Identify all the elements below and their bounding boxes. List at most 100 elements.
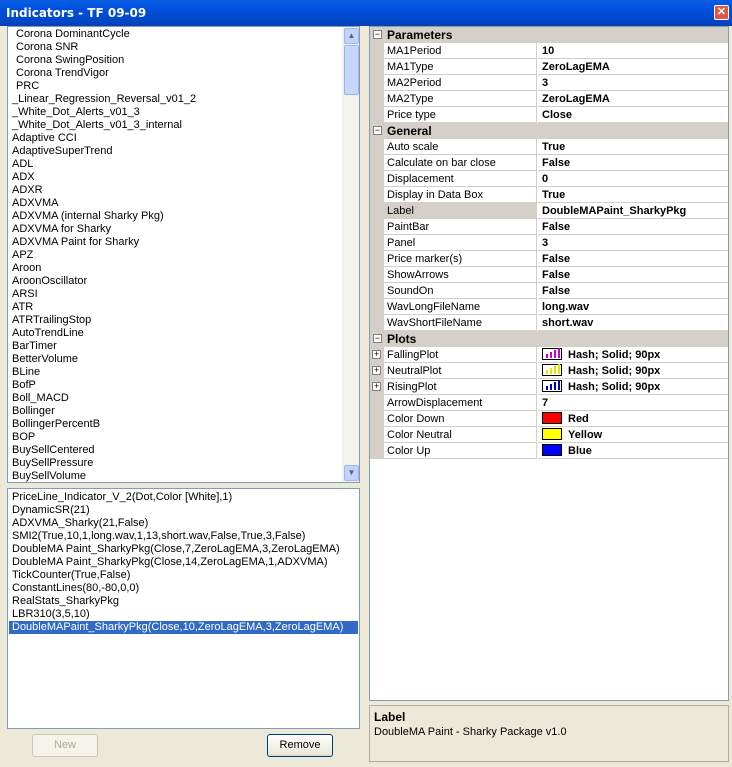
scroll-up-icon[interactable]: ▲ bbox=[344, 28, 359, 44]
indicator-list-item[interactable]: BetterVolume bbox=[10, 353, 340, 366]
property-value[interactable]: False bbox=[538, 155, 728, 171]
property-value[interactable]: Hash; Solid; 90px bbox=[538, 379, 728, 395]
close-icon[interactable]: ✕ bbox=[714, 5, 729, 20]
property-value[interactable]: 3 bbox=[538, 75, 728, 91]
property-row[interactable]: Color Down Red bbox=[370, 411, 728, 427]
indicator-list-item[interactable]: Boll_MACD bbox=[10, 392, 340, 405]
category-plots[interactable]: − Plots bbox=[370, 331, 728, 347]
property-row[interactable]: MA1Type ZeroLagEMA bbox=[370, 59, 728, 75]
indicator-list-item[interactable]: Aroon bbox=[10, 262, 340, 275]
property-value[interactable]: ZeroLagEMA bbox=[538, 59, 728, 75]
property-row[interactable]: Panel 3 bbox=[370, 235, 728, 251]
property-value[interactable]: False bbox=[538, 267, 728, 283]
property-row[interactable]: Color Neutral Yellow bbox=[370, 427, 728, 443]
indicator-list-item[interactable]: ADL bbox=[10, 158, 340, 171]
property-row[interactable]: + RisingPlot Hash; Solid; 90px bbox=[370, 379, 728, 395]
indicator-list-item[interactable]: Corona TrendVigor bbox=[10, 67, 340, 80]
available-indicators-list[interactable]: Corona DominantCycle Corona SNR Corona Swi… bbox=[7, 26, 360, 483]
property-row[interactable]: Price marker(s) False bbox=[370, 251, 728, 267]
indicator-list-item[interactable]: ATR bbox=[10, 301, 340, 314]
indicator-list-item[interactable]: _White_Dot_Alerts_v01_3_internal bbox=[10, 119, 340, 132]
expand-icon[interactable]: + bbox=[372, 350, 381, 359]
property-row[interactable]: MA2Type ZeroLagEMA bbox=[370, 91, 728, 107]
collapse-icon[interactable]: − bbox=[373, 334, 382, 343]
indicator-list-item[interactable]: APZ bbox=[10, 249, 340, 262]
indicator-list-item[interactable]: ADXVMA for Sharky bbox=[10, 223, 340, 236]
indicator-list-item[interactable]: ARSI bbox=[10, 288, 340, 301]
property-row[interactable]: + NeutralPlot Hash; Solid; 90px bbox=[370, 363, 728, 379]
indicator-list-item[interactable]: BarTimer bbox=[10, 340, 340, 353]
indicator-list-item[interactable]: AroonOscillator bbox=[10, 275, 340, 288]
indicator-list-item[interactable]: ADXVMA Paint for Sharky bbox=[10, 236, 340, 249]
scroll-down-icon[interactable]: ▼ bbox=[344, 465, 359, 481]
property-value[interactable]: Blue bbox=[538, 443, 728, 459]
property-row[interactable]: ShowArrows False bbox=[370, 267, 728, 283]
property-value[interactable]: True bbox=[538, 139, 728, 155]
applied-indicator-item[interactable]: ADXVMA_Sharky(21,False) bbox=[9, 517, 358, 530]
property-value[interactable]: long.wav bbox=[538, 299, 728, 315]
expand-icon[interactable]: + bbox=[372, 382, 381, 391]
property-value[interactable]: Hash; Solid; 90px bbox=[538, 363, 728, 379]
property-value[interactable]: DoubleMAPaint_SharkyPkg bbox=[538, 203, 728, 219]
indicator-list-item[interactable]: BuySellPressure bbox=[10, 457, 340, 470]
indicator-list-item[interactable]: ADXR bbox=[10, 184, 340, 197]
property-value[interactable]: 3 bbox=[538, 235, 728, 251]
indicator-list-item[interactable]: AdaptiveSuperTrend bbox=[10, 145, 340, 158]
indicator-list-scrollbar[interactable]: ▲ ▼ bbox=[342, 27, 359, 482]
property-row[interactable]: Price type Close bbox=[370, 107, 728, 123]
property-value[interactable]: Hash; Solid; 90px bbox=[538, 347, 728, 363]
indicator-list-item[interactable]: BuySellCentered bbox=[10, 444, 340, 457]
remove-button[interactable]: Remove bbox=[267, 734, 333, 757]
indicator-list-item[interactable]: BofP bbox=[10, 379, 340, 392]
property-value[interactable]: False bbox=[538, 251, 728, 267]
property-row[interactable]: Auto scale True bbox=[370, 139, 728, 155]
applied-indicator-item[interactable]: ConstantLines(80,-80,0,0) bbox=[9, 582, 358, 595]
property-row[interactable]: PaintBar False bbox=[370, 219, 728, 235]
applied-indicator-item[interactable]: LBR310(3,5,10) bbox=[9, 608, 358, 621]
property-row[interactable]: Color Up Blue bbox=[370, 443, 728, 459]
property-value[interactable]: 0 bbox=[538, 171, 728, 187]
property-value[interactable]: Red bbox=[538, 411, 728, 427]
property-row[interactable]: ArrowDisplacement 7 bbox=[370, 395, 728, 411]
indicator-list-item[interactable]: Adaptive CCI bbox=[10, 132, 340, 145]
property-row[interactable]: MA2Period 3 bbox=[370, 75, 728, 91]
applied-indicator-item[interactable]: PriceLine_Indicator_V_2(Dot,Color [White… bbox=[9, 491, 358, 504]
property-value[interactable]: short.wav bbox=[538, 315, 728, 331]
property-row[interactable]: + FallingPlot Hash; Solid; 90px bbox=[370, 347, 728, 363]
property-row[interactable]: SoundOn False bbox=[370, 283, 728, 299]
indicator-list-item[interactable]: Bollinger bbox=[10, 405, 340, 418]
collapse-icon[interactable]: − bbox=[373, 126, 382, 135]
applied-indicator-item[interactable]: TickCounter(True,False) bbox=[9, 569, 358, 582]
property-value[interactable]: Yellow bbox=[538, 427, 728, 443]
category-general[interactable]: − General bbox=[370, 123, 728, 139]
applied-indicator-item[interactable]: DoubleMA Paint_SharkyPkg(Close,14,ZeroLa… bbox=[9, 556, 358, 569]
indicator-list-item[interactable]: BOP bbox=[10, 431, 340, 444]
indicator-list-item[interactable]: _Linear_Regression_Reversal_v01_2 bbox=[10, 93, 340, 106]
indicator-list-item[interactable]: Corona SNR bbox=[10, 41, 340, 54]
indicator-list-item[interactable]: AutoTrendLine bbox=[10, 327, 340, 340]
indicator-list-item[interactable]: ADXVMA (internal Sharky Pkg) bbox=[10, 210, 340, 223]
applied-indicator-item[interactable]: DynamicSR(21) bbox=[9, 504, 358, 517]
category-parameters[interactable]: − Parameters bbox=[370, 27, 728, 43]
scroll-thumb[interactable] bbox=[344, 45, 359, 95]
property-value[interactable]: False bbox=[538, 219, 728, 235]
property-value[interactable]: 7 bbox=[538, 395, 728, 411]
applied-indicator-item[interactable]: DoubleMA Paint_SharkyPkg(Close,7,ZeroLag… bbox=[9, 543, 358, 556]
applied-indicator-item[interactable]: RealStats_SharkyPkg bbox=[9, 595, 358, 608]
indicator-list-item[interactable]: BLine bbox=[10, 366, 340, 379]
property-row[interactable]: Calculate on bar close False bbox=[370, 155, 728, 171]
applied-indicator-item[interactable]: SMI2(True,10,1,long.wav,1,13,short.wav,F… bbox=[9, 530, 358, 543]
indicator-list-item[interactable]: BollingerPercentB bbox=[10, 418, 340, 431]
indicator-list-item[interactable]: Corona DominantCycle bbox=[10, 28, 340, 41]
indicator-list-item[interactable]: PRC bbox=[10, 80, 340, 93]
applied-indicator-item[interactable]: DoubleMAPaint_SharkyPkg(Close,10,ZeroLag… bbox=[9, 621, 358, 634]
property-value[interactable]: True bbox=[538, 187, 728, 203]
property-row[interactable]: Displacement 0 bbox=[370, 171, 728, 187]
property-row[interactable]: MA1Period 10 bbox=[370, 43, 728, 59]
applied-indicators-list[interactable]: PriceLine_Indicator_V_2(Dot,Color [White… bbox=[7, 488, 360, 729]
indicator-list-item[interactable]: _White_Dot_Alerts_v01_3 bbox=[10, 106, 340, 119]
indicator-list-item[interactable]: BuySellVolume bbox=[10, 470, 340, 482]
property-grid[interactable]: − Parameters MA1Period 10 MA1Type ZeroLagEMA M… bbox=[369, 26, 729, 701]
indicator-list-item[interactable]: ADXVMA bbox=[10, 197, 340, 210]
property-row[interactable]: Display in Data Box True bbox=[370, 187, 728, 203]
